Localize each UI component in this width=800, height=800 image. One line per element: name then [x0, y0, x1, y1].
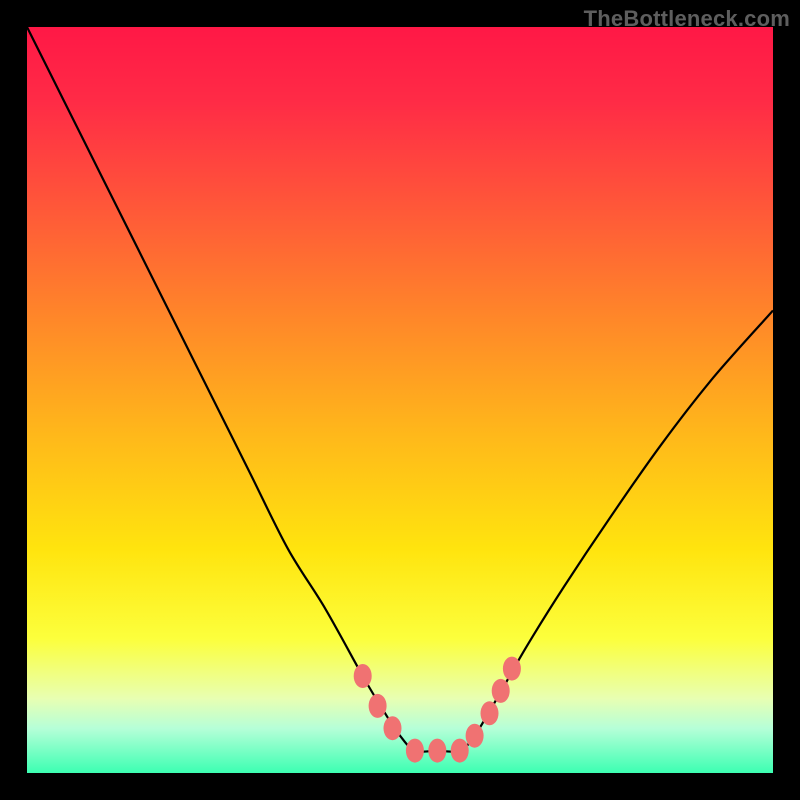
curve-marker — [369, 694, 387, 718]
curve-marker — [428, 739, 446, 763]
curve-marker — [354, 664, 372, 688]
bottleneck-curve — [27, 27, 773, 752]
plot-area — [27, 27, 773, 773]
curve-marker — [384, 716, 402, 740]
marker-group — [354, 657, 521, 763]
curve-marker — [481, 701, 499, 725]
watermark-text: TheBottleneck.com — [584, 6, 790, 32]
curve-layer — [27, 27, 773, 773]
curve-marker — [492, 679, 510, 703]
curve-marker — [451, 739, 469, 763]
curve-marker — [406, 739, 424, 763]
curve-marker — [503, 657, 521, 681]
curve-marker — [466, 724, 484, 748]
chart-frame: TheBottleneck.com — [0, 0, 800, 800]
